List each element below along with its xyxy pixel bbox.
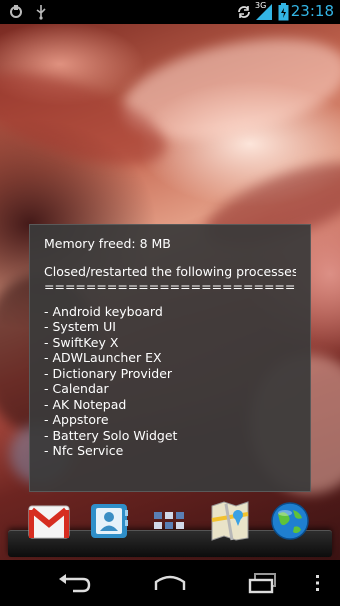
sync-icon (236, 4, 252, 24)
memory-freed-dialog[interactable]: Memory freed: 8 MB Closed/restarted the … (29, 224, 311, 492)
process-item: - Calendar (44, 381, 109, 396)
process-item: - Dictionary Provider (44, 365, 173, 381)
status-bar: 3G 23:18 (0, 0, 340, 24)
process-item: - SwiftKey X (44, 334, 119, 350)
process-item: - Appstore (44, 412, 109, 427)
memory-freed-text: Memory freed: 8 MB (44, 236, 171, 251)
signal-icon: 3G (254, 1, 274, 25)
home-icon[interactable] (150, 570, 190, 596)
recent-apps-icon[interactable] (243, 570, 283, 596)
menu-icon[interactable] (304, 570, 332, 596)
usb-icon (34, 4, 48, 24)
process-item: - Android keyboard (44, 303, 163, 319)
contacts-icon[interactable] (87, 500, 131, 542)
separator-line: =============================== (44, 279, 296, 294)
network-type-label: 3G (255, 1, 267, 10)
process-item: - AK Notepad (44, 396, 127, 412)
process-item: - Battery Solo Widget (44, 427, 178, 443)
process-item: - System UI (44, 319, 116, 334)
gmail-icon[interactable] (27, 500, 71, 542)
processes-heading: Closed/restarted the following processes… (44, 263, 296, 279)
navigation-bar (0, 560, 340, 606)
browser-icon[interactable] (268, 500, 312, 542)
clock: 23:18 (290, 2, 334, 20)
notification-icon (8, 4, 24, 24)
battery-icon (278, 3, 289, 25)
maps-icon[interactable] (208, 500, 252, 542)
process-item: - Nfc Service (44, 443, 124, 458)
back-icon[interactable] (55, 570, 95, 596)
app-drawer-icon[interactable] (148, 500, 192, 542)
process-item: - ADWLauncher EX (44, 350, 162, 365)
